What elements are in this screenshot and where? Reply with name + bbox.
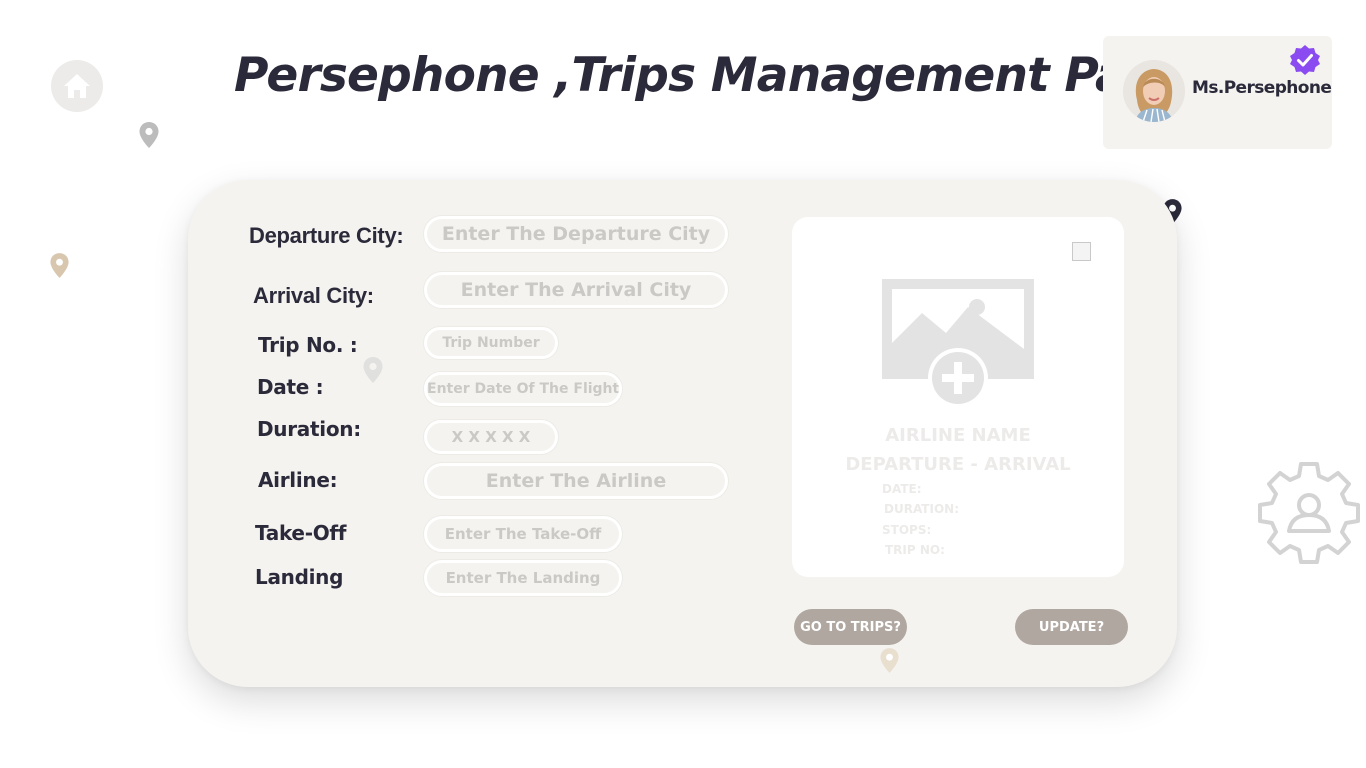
departure-city-input[interactable]: Enter The Departure City: [424, 216, 728, 252]
landing-label: Landing: [255, 565, 344, 589]
page: Persephone ,Trips Management Page Ms.Per…: [0, 0, 1366, 768]
home-icon[interactable]: [51, 60, 103, 112]
arrival-city-input[interactable]: Enter The Arrival City: [424, 272, 728, 308]
profile-name: Ms.Persephone: [1192, 78, 1332, 98]
go-to-trips-button[interactable]: GO TO TRIPS?: [794, 609, 907, 645]
airline-label: Airline:: [258, 468, 338, 492]
flight-date-input[interactable]: Enter Date Of The Flight: [424, 372, 622, 406]
verified-badge-icon: [1290, 45, 1320, 75]
location-pin-icon: [880, 648, 899, 673]
landing-input[interactable]: Enter The Landing: [424, 560, 622, 596]
takeoff-input[interactable]: Enter The Take-Off: [424, 516, 622, 552]
location-pin-icon: [363, 357, 383, 383]
location-pin-icon: [139, 122, 159, 148]
preview-stops-label: STOPS:: [882, 523, 932, 537]
trip-preview-card: AIRLINE NAME DEPARTURE - ARRIVAL DATE: D…: [792, 217, 1124, 577]
update-button[interactable]: UPDATE?: [1015, 609, 1128, 645]
departure-city-label: Departure City:: [249, 223, 404, 248]
image-add-icon[interactable]: [882, 277, 1034, 409]
arrival-city-label: Arrival City:: [253, 283, 374, 308]
duration-input[interactable]: X X X X X: [424, 420, 558, 454]
duration-label: Duration:: [257, 417, 361, 441]
preview-checkbox[interactable]: [1072, 242, 1091, 261]
trip-number-input[interactable]: Trip Number: [424, 327, 558, 359]
page-title: Persephone ,Trips Management Page: [234, 48, 1191, 103]
settings-user-icon[interactable]: [1252, 456, 1366, 570]
preview-route: DEPARTURE - ARRIVAL: [845, 454, 1071, 475]
profile-card[interactable]: Ms.Persephone: [1103, 36, 1332, 149]
preview-duration-label: DURATION:: [884, 502, 959, 516]
preview-airline-name: AIRLINE NAME: [885, 425, 1031, 446]
preview-trip-no-label: TRIP NO:: [885, 543, 945, 557]
location-pin-icon: [50, 253, 69, 278]
takeoff-label: Take-Off: [255, 521, 347, 545]
preview-date-label: DATE:: [882, 482, 922, 496]
airline-input[interactable]: Enter The Airline: [424, 463, 728, 499]
date-label: Date :: [257, 375, 324, 399]
trip-no-label: Trip No. :: [258, 333, 358, 357]
avatar: [1123, 60, 1185, 122]
